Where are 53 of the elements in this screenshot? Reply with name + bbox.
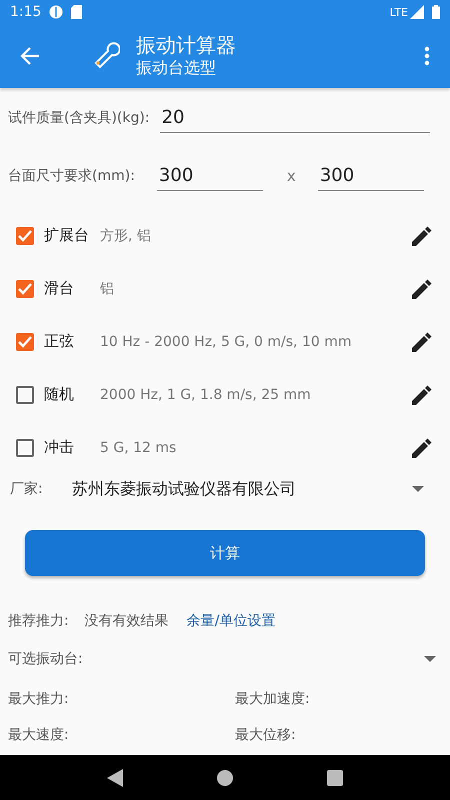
length-input[interactable]: 300 [318,161,424,191]
notification-icon [49,5,64,19]
edit-icon[interactable] [412,384,432,404]
selectable-shaker-label: 可选振动台: [8,650,83,668]
edit-icon[interactable] [412,438,432,458]
option-detail: 10 Hz - 2000 Hz, 5 G, 0 m/s, 10 mm [100,334,353,350]
option-detail: 5 G, 12 ms [100,440,178,456]
width-input[interactable]: 300 [156,161,263,191]
margin-unit-settings-link[interactable]: 余量/单位设置 [186,612,276,630]
mass-input[interactable]: 20 [160,103,430,133]
signal-icon [410,5,424,19]
back-icon[interactable] [20,47,40,65]
recommended-force-value: 没有有效结果 [84,612,169,630]
checkbox[interactable] [16,280,34,298]
option-name: 随机 [44,385,75,404]
edit-icon[interactable] [412,278,432,298]
field-label: 试件质量(含夹具)(kg): [8,109,150,128]
checkbox[interactable] [16,226,34,244]
option-name: 滑台 [44,279,75,298]
edit-icon[interactable] [412,226,432,246]
field-label: 台面尺寸要求(mm): [8,167,135,186]
option-name: 冲击 [44,438,75,457]
battery-icon [432,5,440,19]
recents-nav-icon[interactable] [327,770,343,786]
spec-label: 最大速度: [8,726,70,744]
network-type: LTE [390,6,408,18]
app-subtitle: 振动台选型 [136,57,217,79]
checkbox[interactable] [16,386,34,404]
sd-card-icon [71,5,82,19]
wrench-icon [92,42,120,70]
dropdown-arrow-icon[interactable] [412,486,424,492]
checkbox[interactable] [16,438,34,456]
vendor-label: 厂家: [10,480,44,498]
status-time: 1:15 [10,4,42,20]
dropdown-arrow-icon[interactable] [424,656,436,662]
app-title: 振动计算器 [136,33,237,57]
more-options-icon[interactable] [424,46,430,66]
option-name: 正弦 [44,332,75,351]
home-nav-icon[interactable] [217,770,233,786]
spec-label: 最大推力: [8,690,70,708]
spec-label: 最大位移: [235,726,297,744]
times-sign: x [286,167,296,187]
recommended-force-label: 推荐推力: [8,612,69,630]
calculate-button[interactable]: 计算 [25,530,425,576]
edit-icon[interactable] [412,332,432,352]
back-nav-icon[interactable] [107,768,123,786]
option-name: 扩展台 [44,226,90,245]
option-detail: 方形, 铝 [100,226,152,244]
spec-label: 最大加速度: [235,690,311,708]
checkbox[interactable] [16,332,34,350]
option-detail: 2000 Hz, 1 G, 1.8 m/s, 25 mm [100,386,312,402]
vendor-dropdown[interactable]: 苏州东菱振动试验仪器有限公司 [72,478,412,500]
option-detail: 铝 [100,280,115,298]
